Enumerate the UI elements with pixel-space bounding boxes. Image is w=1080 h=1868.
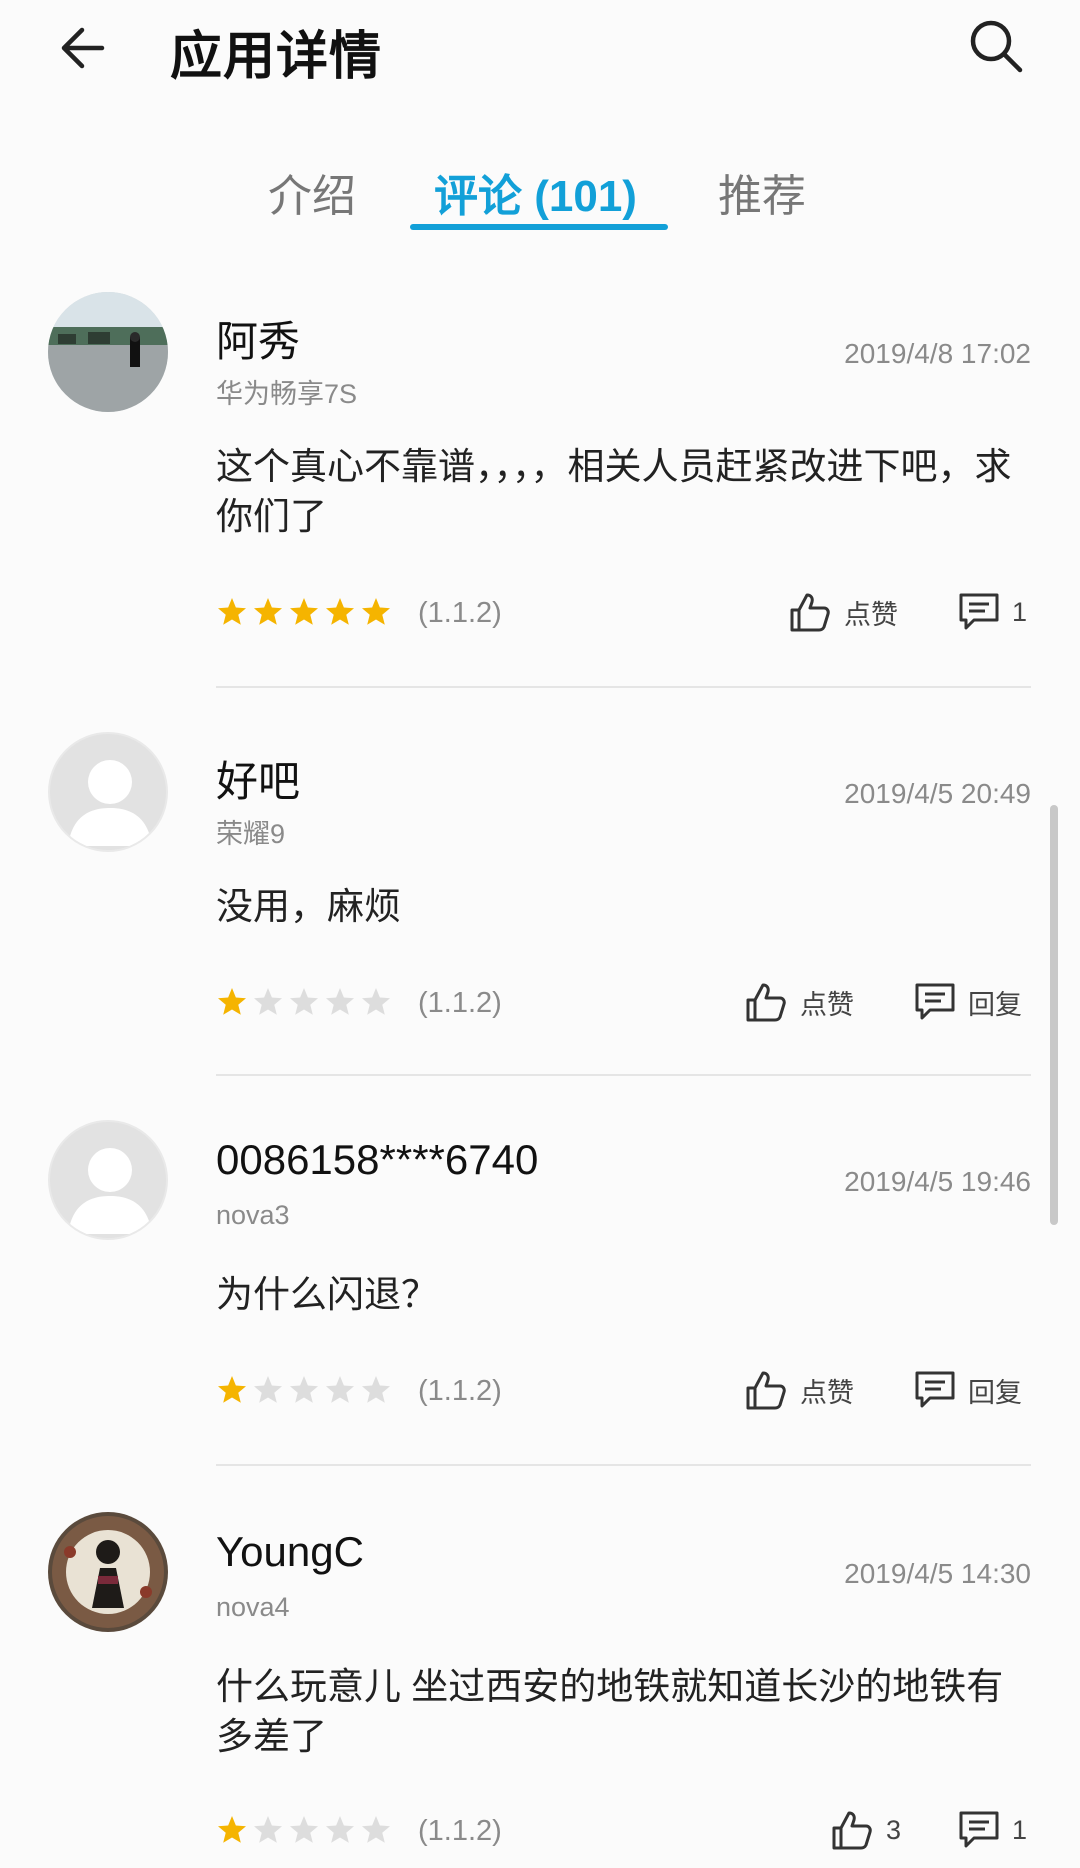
reply-button[interactable]: 回复 (914, 1370, 1022, 1410)
star-filled-icon (218, 988, 246, 1015)
tab-reviews[interactable]: 评论 (101) (434, 160, 637, 224)
star-empty-icon (326, 1376, 354, 1403)
reply-button[interactable]: 回复 (914, 982, 1022, 1022)
star-rating (216, 596, 392, 628)
comment-icon (915, 983, 955, 1020)
top-bar: 应用详情 (0, 0, 1080, 110)
avatar[interactable] (48, 292, 168, 412)
reply-label: 回复 (968, 989, 1022, 1020)
review-device: 荣耀9 (216, 819, 286, 849)
star-rating (216, 986, 392, 1018)
star-empty-icon (254, 1376, 282, 1403)
review-date: 2019/4/5 14:30 (844, 1558, 1031, 1589)
tab-recommend[interactable]: 推荐 (718, 160, 806, 224)
review-date: 2019/4/5 20:49 (844, 778, 1031, 809)
reply-button[interactable]: 1 (958, 592, 1027, 632)
comment-icon (959, 593, 999, 630)
review-device: nova3 (216, 1200, 290, 1230)
star-empty-icon (326, 988, 354, 1015)
app-version: (1.1.2) (418, 1375, 502, 1407)
star-empty-icon (290, 1376, 318, 1403)
reply-button[interactable]: 1 (958, 1810, 1027, 1850)
star-empty-icon (290, 1816, 318, 1843)
star-empty-icon (254, 1816, 282, 1843)
review-device: 华为畅享7S (216, 379, 358, 409)
avatar[interactable] (48, 1120, 168, 1240)
review-device: nova4 (216, 1592, 290, 1622)
tab-intro[interactable]: 介绍 (268, 160, 356, 224)
star-filled-icon (254, 598, 282, 625)
star-filled-icon (326, 598, 354, 625)
like-label: 点赞 (844, 599, 898, 630)
review-username: YoungC (216, 1528, 364, 1575)
star-filled-icon (218, 598, 246, 625)
review-content: 什么玩意儿 坐过西安的地铁就知道长沙的地铁有多差了 (216, 1666, 1004, 1757)
divider (216, 1464, 1031, 1466)
app-version: (1.1.2) (418, 597, 502, 629)
comment-icon (959, 1811, 999, 1848)
like-button[interactable]: 点赞 (744, 1368, 854, 1412)
like-button[interactable]: 点赞 (744, 980, 854, 1024)
app-version: (1.1.2) (418, 1815, 502, 1847)
reply-count: 1 (1012, 1814, 1028, 1845)
thumbs-up-icon (790, 593, 830, 632)
star-empty-icon (362, 1376, 390, 1403)
like-label: 点赞 (800, 1377, 854, 1408)
search-icon (970, 20, 1023, 73)
like-label: 点赞 (800, 989, 854, 1020)
star-filled-icon (362, 598, 390, 625)
review-username: 好吧 (216, 758, 301, 805)
thumbs-up-icon (832, 1811, 872, 1850)
active-tab-indicator (410, 224, 668, 230)
reply-count: 1 (1012, 596, 1028, 627)
review-date: 2019/4/8 17:02 (844, 338, 1031, 369)
star-empty-icon (290, 988, 318, 1015)
review-content: 没用，麻烦 (216, 886, 401, 927)
reply-label: 回复 (968, 1377, 1022, 1408)
avatar[interactable] (48, 732, 168, 852)
tab-bar: 介绍 评论 (101) 推荐 (0, 140, 1080, 240)
review-username: 阿秀 (216, 318, 301, 365)
star-rating (216, 1814, 392, 1846)
divider (216, 1074, 1031, 1076)
scrollbar[interactable] (1050, 805, 1058, 1225)
review-date: 2019/4/5 19:46 (844, 1166, 1031, 1197)
avatar[interactable] (48, 1512, 168, 1632)
review-content: 这个真心不靠谱，，，，相关人员赶紧改进下吧，求你们了 (216, 446, 1012, 537)
arrow-left-icon (61, 27, 105, 69)
star-filled-icon (290, 598, 318, 625)
like-count: 3 (886, 1814, 902, 1845)
review-content: 为什么闪退？ (216, 1274, 438, 1315)
app-version: (1.1.2) (418, 987, 502, 1019)
star-empty-icon (362, 1816, 390, 1843)
star-empty-icon (362, 988, 390, 1015)
back-button[interactable] (50, 12, 122, 84)
star-empty-icon (326, 1816, 354, 1843)
star-filled-icon (218, 1816, 246, 1843)
like-button[interactable]: 3 (830, 1808, 901, 1852)
star-filled-icon (218, 1376, 246, 1403)
divider (216, 686, 1031, 688)
comment-icon (915, 1371, 955, 1408)
star-rating (216, 1374, 392, 1406)
thumbs-up-icon (746, 983, 786, 1022)
thumbs-up-icon (746, 1371, 786, 1410)
like-button[interactable]: 点赞 (788, 590, 898, 634)
review-username: 0086158****6740 (216, 1136, 539, 1183)
star-empty-icon (254, 988, 282, 1015)
page-title: 应用详情 (170, 28, 383, 86)
search-button[interactable] (960, 10, 1032, 82)
